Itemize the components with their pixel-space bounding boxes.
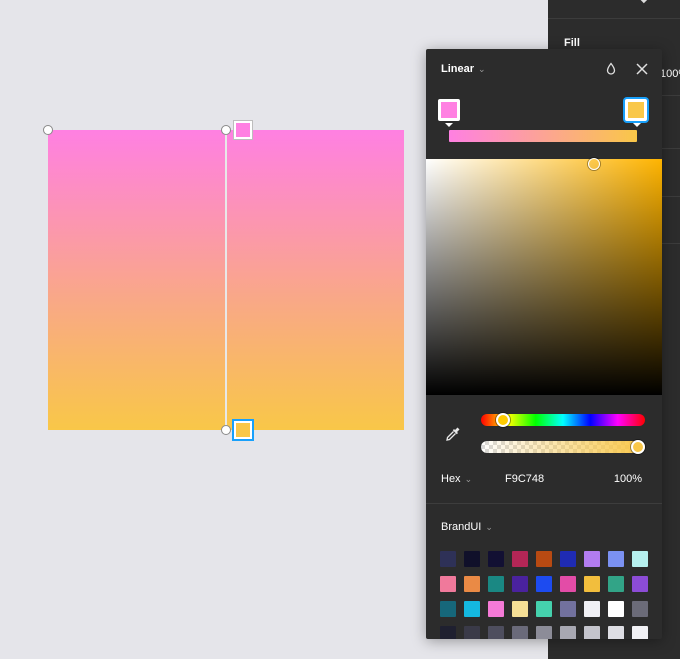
- gradient-stop-swatch-yellow[interactable]: [625, 99, 647, 121]
- library-swatch[interactable]: [608, 601, 624, 617]
- canvas-gradient-stop-yellow[interactable]: [234, 421, 252, 439]
- frame-corner-handle[interactable]: [43, 125, 53, 135]
- opacity-slider-thumb[interactable]: [631, 440, 645, 454]
- library-swatch[interactable]: [464, 576, 480, 592]
- chevron-down-icon: ⌄: [485, 522, 493, 532]
- opacity-input[interactable]: 100%: [614, 473, 642, 485]
- chevron-down-icon: ⌄: [478, 64, 486, 74]
- library-swatch[interactable]: [512, 576, 528, 592]
- library-swatch[interactable]: [440, 551, 456, 567]
- color-library-label: BrandUI: [441, 521, 482, 533]
- library-swatch[interactable]: [584, 626, 600, 639]
- gradient-start-point[interactable]: [221, 125, 231, 135]
- color-cursor[interactable]: [587, 157, 600, 170]
- library-swatch[interactable]: [632, 551, 648, 567]
- gradient-type-label: Linear: [441, 63, 475, 75]
- library-swatch[interactable]: [440, 576, 456, 592]
- library-swatch[interactable]: [488, 576, 504, 592]
- picker-header: Linear ⌄: [426, 49, 662, 89]
- library-swatch[interactable]: [608, 626, 624, 639]
- library-swatch[interactable]: [440, 626, 456, 639]
- panel-divider: [548, 18, 680, 19]
- saturation-brightness-area[interactable]: [426, 157, 662, 395]
- library-swatch[interactable]: [488, 601, 504, 617]
- blend-mode-drop-icon[interactable]: [602, 60, 620, 78]
- stop-pointer: [633, 123, 641, 127]
- close-icon[interactable]: [633, 60, 651, 78]
- library-swatch[interactable]: [560, 601, 576, 617]
- opacity-slider[interactable]: [481, 440, 645, 454]
- library-swatch[interactable]: [536, 576, 552, 592]
- gradient-handle-line[interactable]: [225, 130, 227, 430]
- color-picker-popover: Linear ⌄ Hex ⌄ F9C748 100% BrandUI ⌄: [426, 49, 662, 639]
- library-swatch[interactable]: [608, 576, 624, 592]
- hex-input[interactable]: F9C748: [505, 473, 544, 485]
- library-swatch[interactable]: [488, 551, 504, 567]
- stop-pointer: [445, 123, 453, 127]
- library-swatch[interactable]: [512, 601, 528, 617]
- hue-slider-thumb[interactable]: [495, 413, 510, 427]
- gradient-stop-swatch-pink[interactable]: [438, 99, 460, 121]
- eyedropper-icon[interactable]: [444, 425, 462, 443]
- color-value-row: Hex ⌄ F9C748 100%: [426, 469, 662, 489]
- library-swatch[interactable]: [632, 576, 648, 592]
- color-library-dropdown[interactable]: BrandUI ⌄: [441, 521, 493, 533]
- library-swatch[interactable]: [536, 551, 552, 567]
- library-swatch[interactable]: [632, 601, 648, 617]
- library-swatch[interactable]: [464, 551, 480, 567]
- gradient-preview-bar[interactable]: [449, 130, 637, 142]
- section-divider: [426, 503, 662, 504]
- library-swatch[interactable]: [632, 626, 648, 639]
- fill-opacity-value[interactable]: 100%: [660, 68, 680, 80]
- library-swatch[interactable]: [608, 551, 624, 567]
- library-swatch[interactable]: [560, 626, 576, 639]
- library-swatch[interactable]: [512, 551, 528, 567]
- library-swatch[interactable]: [464, 601, 480, 617]
- library-swatch[interactable]: [584, 576, 600, 592]
- library-swatch[interactable]: [560, 576, 576, 592]
- color-mode-label: Hex: [441, 473, 461, 485]
- settings-icon[interactable]: ◆: [640, 0, 648, 5]
- library-swatch[interactable]: [584, 601, 600, 617]
- library-swatch[interactable]: [440, 601, 456, 617]
- fill-section-title: Fill: [564, 37, 580, 49]
- library-swatch-grid: [440, 551, 652, 639]
- gradient-end-point[interactable]: [221, 425, 231, 435]
- library-swatch[interactable]: [560, 551, 576, 567]
- library-swatch[interactable]: [584, 551, 600, 567]
- library-swatch[interactable]: [512, 626, 528, 639]
- canvas-gradient-stop-pink[interactable]: [234, 121, 252, 139]
- library-swatch[interactable]: [464, 626, 480, 639]
- color-mode-dropdown[interactable]: Hex ⌄: [441, 473, 472, 485]
- hue-slider[interactable]: [481, 413, 645, 427]
- library-swatch[interactable]: [536, 601, 552, 617]
- library-swatch[interactable]: [488, 626, 504, 639]
- gradient-type-dropdown[interactable]: Linear ⌄: [441, 63, 486, 75]
- library-swatch[interactable]: [536, 626, 552, 639]
- chevron-down-icon: ⌄: [464, 474, 473, 484]
